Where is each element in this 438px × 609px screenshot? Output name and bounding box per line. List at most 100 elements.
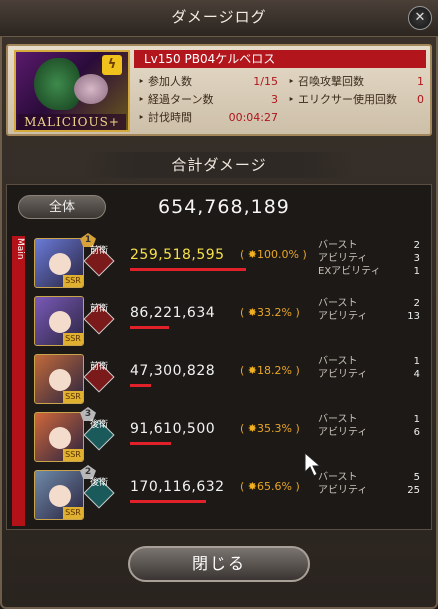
- action-count: 25: [407, 485, 420, 496]
- bullet-icon: ‣: [288, 75, 298, 88]
- action-label: EXアビリティ: [318, 266, 381, 277]
- action-label: アビリティ: [318, 369, 368, 380]
- character-avatar[interactable]: SSR: [34, 238, 84, 288]
- row-position-label: 前衛: [89, 246, 108, 256]
- damage-percent: ( ✸100.0% ): [240, 248, 307, 261]
- damage-entry-row[interactable]: SSR 2 後衛 170,116,632( ✸65.6% ) バースト アビリティ 5 25: [30, 465, 428, 522]
- difficulty-tag: MALICIOUS+: [18, 114, 126, 130]
- action-labels: バースト アビリティ: [318, 355, 367, 381]
- action-counts: 2 13: [386, 297, 420, 323]
- action-count: 4: [413, 369, 420, 380]
- burst-star-icon: ✸: [247, 364, 258, 377]
- total-damage-heading: 合計ダメージ: [84, 152, 354, 178]
- boss-info-panel: ϟ MALICIOUS+ Lv150 PB04ケルベロス ‣ 参加人数 1/15…: [6, 44, 432, 136]
- main-label: Main: [15, 238, 25, 260]
- damage-percent: ( ✸18.2% ): [240, 364, 300, 377]
- action-counts: 14: [386, 355, 420, 381]
- stat-elixir-count: ‣ エリクサー使用回数 0: [288, 93, 424, 106]
- rarity-tag: SSR: [63, 449, 83, 461]
- action-count: 1: [413, 414, 420, 425]
- burst-star-icon: ✸: [247, 422, 258, 435]
- damage-value: 259,518,595: [130, 247, 225, 263]
- action-count: 2: [413, 298, 420, 309]
- character-avatar[interactable]: SSR: [34, 412, 84, 462]
- action-label: アビリティ: [318, 485, 368, 496]
- action-label: バースト: [318, 472, 358, 483]
- stat-summon-count: ‣ 召喚攻撃回数 1: [288, 75, 424, 88]
- action-count: 13: [407, 311, 420, 322]
- damage-entry-row[interactable]: SSR 前衛 47,300,828( ✸18.2% ) バースト アビリティ 1 4: [30, 352, 428, 406]
- burst-star-icon: ✸: [247, 248, 258, 261]
- character-avatar[interactable]: SSR: [34, 296, 84, 346]
- total-damage-row: 全体 654,768,189: [8, 187, 428, 227]
- action-counts: 2 3 1: [386, 239, 420, 278]
- action-labels: バースト アビリティ: [318, 297, 367, 323]
- rarity-tag: SSR: [63, 507, 83, 519]
- main-party-strip: Main: [12, 236, 25, 526]
- avatar-face-art: [49, 369, 71, 391]
- row-position-label: 前衛: [89, 362, 108, 372]
- damage-share-bar: [130, 268, 246, 271]
- row-position-label: 前衛: [89, 304, 108, 314]
- action-counts: 16: [386, 413, 420, 439]
- stat-turns: ‣ 経過ターン数 3: [138, 93, 278, 106]
- damage-percent: ( ✸65.6% ): [240, 480, 300, 493]
- rank-badge-icon: 2: [80, 465, 96, 479]
- rarity-tag: SSR: [63, 333, 83, 345]
- action-labels: バースト アビリティ: [318, 471, 367, 497]
- close-icon[interactable]: ✕: [408, 6, 432, 30]
- action-counts: 5 25: [386, 471, 420, 497]
- action-count: 5: [413, 472, 420, 483]
- avatar-face-art: [49, 253, 71, 275]
- damage-share-bar: [130, 326, 169, 329]
- rarity-tag: SSR: [63, 275, 83, 287]
- rarity-tag: SSR: [63, 391, 83, 403]
- stat-participants: ‣ 参加人数 1/15: [138, 75, 278, 88]
- action-count: 1: [413, 266, 420, 277]
- action-label: アビリティ: [318, 253, 368, 264]
- avatar-face-art: [49, 311, 71, 333]
- stat-clear-time: ‣ 討伐時間 00:04:27: [138, 111, 278, 124]
- bullet-icon: ‣: [288, 93, 298, 106]
- action-label: アビリティ: [318, 427, 368, 438]
- damage-share-bar: [130, 500, 206, 503]
- action-label: アビリティ: [318, 311, 368, 322]
- action-label: バースト: [318, 240, 358, 251]
- bullet-icon: ‣: [138, 93, 148, 106]
- window-title: ダメージログ: [171, 8, 267, 26]
- total-label: 全体: [18, 195, 106, 219]
- damage-entry-row[interactable]: SSR 1 前衛 259,518,595( ✸100.0% ) バースト アビリティ EXア…: [30, 233, 428, 290]
- boss-portrait: ϟ MALICIOUS+: [14, 50, 130, 132]
- damage-percent: ( ✸33.2% ): [240, 306, 300, 319]
- damage-value: 47,300,828: [130, 363, 216, 379]
- mouse-cursor-icon: [304, 451, 322, 477]
- rank-badge-icon: 3: [80, 407, 96, 421]
- damage-entry-row[interactable]: SSR 3 後衛 91,610,500( ✸35.3% ) バースト アビリティ 1 6: [30, 407, 428, 464]
- close-button[interactable]: 閉じる: [128, 546, 310, 582]
- rank-badge-icon: 1: [80, 233, 96, 247]
- damage-percent: ( ✸35.3% ): [240, 422, 300, 435]
- avatar-face-art: [49, 485, 71, 507]
- character-avatar[interactable]: SSR: [34, 470, 84, 520]
- action-label: バースト: [318, 356, 358, 367]
- boss-hair-art: [34, 58, 80, 110]
- character-avatar[interactable]: SSR: [34, 354, 84, 404]
- damage-share-bar: [130, 442, 171, 445]
- action-count: 1: [413, 356, 420, 367]
- burst-star-icon: ✸: [247, 480, 258, 493]
- thunder-element-icon: ϟ: [102, 55, 122, 75]
- bullet-icon: ‣: [138, 75, 148, 88]
- row-position-label: 後衛: [89, 478, 108, 488]
- damage-entry-row[interactable]: SSR 前衛 86,221,634( ✸33.2% ) バースト アビリティ 2 13: [30, 294, 428, 348]
- damage-share-bar: [130, 384, 151, 387]
- damage-value: 170,116,632: [130, 479, 225, 495]
- action-count: 3: [413, 253, 420, 264]
- total-damage-value: 654,768,189: [158, 196, 290, 218]
- title-bar: ダメージログ ✕: [0, 0, 438, 37]
- action-count: 2: [413, 240, 420, 251]
- action-labels: バーストアビリティ EXアビリティ: [318, 239, 381, 278]
- avatar-face-art: [49, 427, 71, 449]
- action-label: バースト: [318, 414, 358, 425]
- boss-face-art: [74, 74, 108, 104]
- bullet-icon: ‣: [138, 111, 148, 124]
